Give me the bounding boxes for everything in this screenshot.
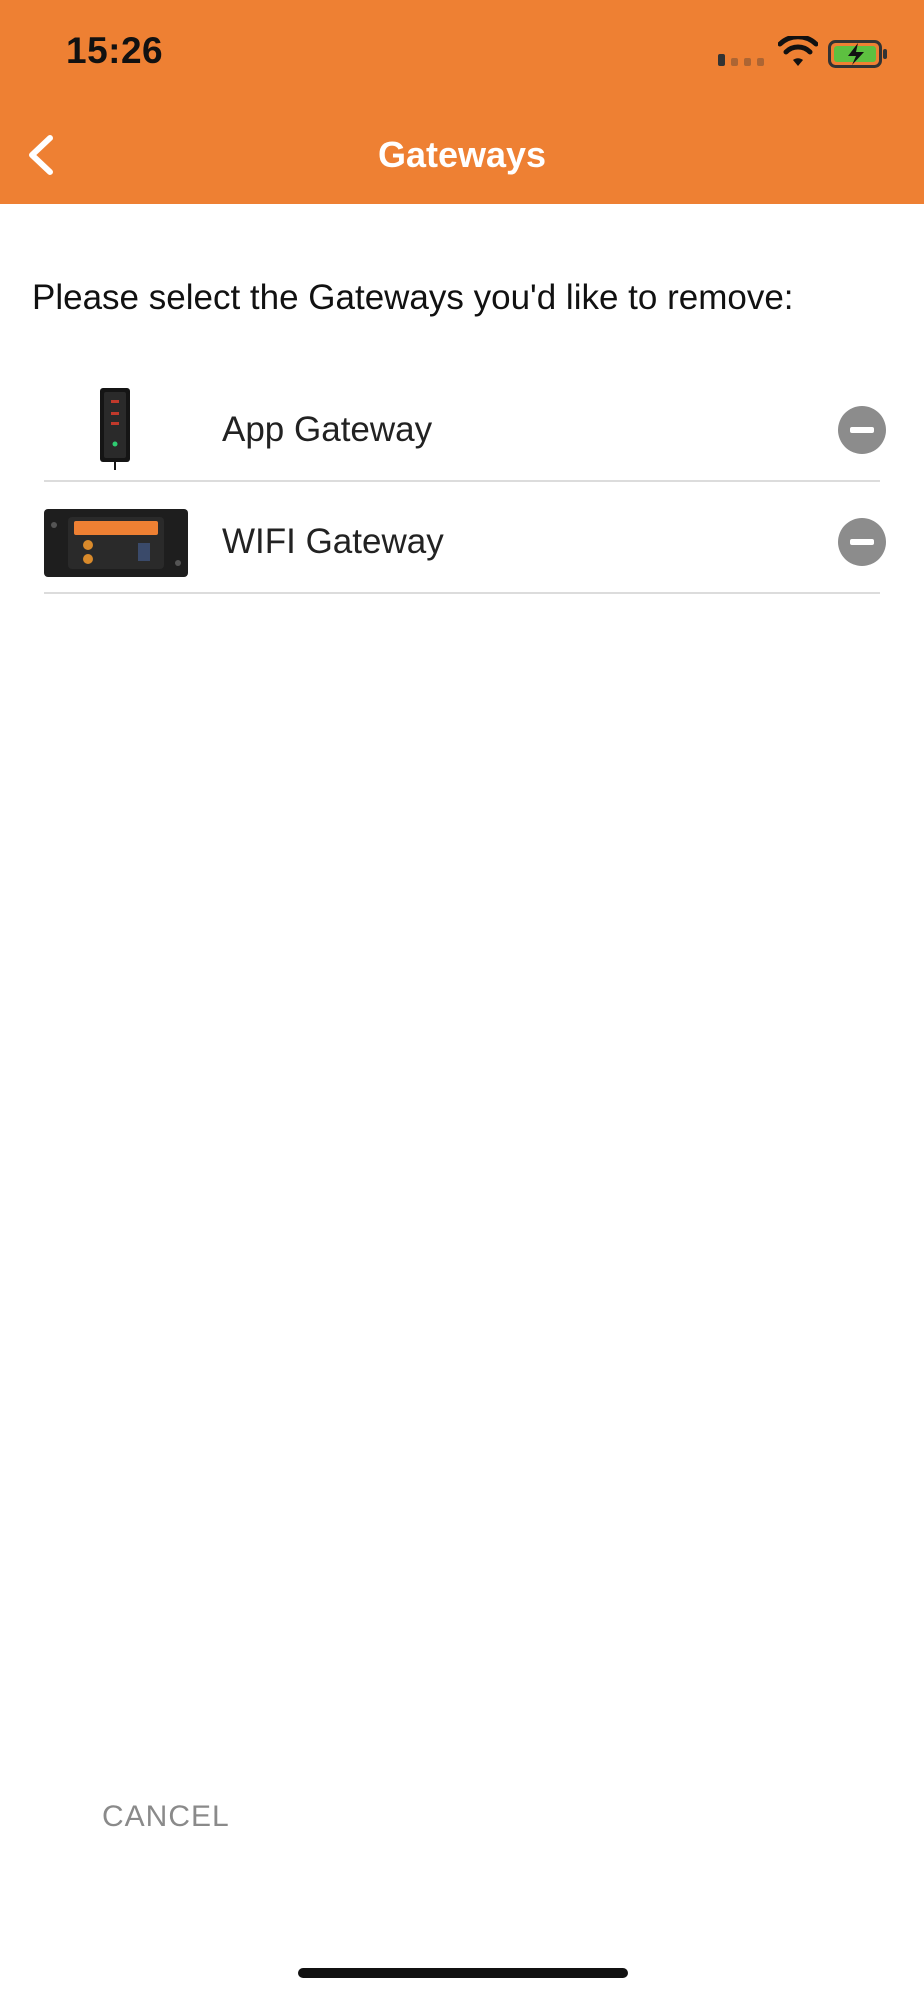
remove-app-gateway-button[interactable] bbox=[838, 406, 886, 454]
gateways-screen: 15:26 Gateways Please select the Gateway… bbox=[0, 0, 924, 2000]
home-indicator bbox=[298, 1968, 628, 1978]
cancel-button[interactable]: CANCEL bbox=[102, 1800, 230, 1834]
gateway-row-wifi[interactable]: WIFI Gateway bbox=[44, 482, 886, 594]
instruction-text: Please select the Gateways you'd like to… bbox=[32, 278, 794, 317]
gateway-list: App Gateway WIFI Gateway bbox=[44, 380, 886, 594]
wifi-gateway-device-image bbox=[44, 509, 188, 577]
page-title: Gateways bbox=[377, 134, 547, 175]
gateway-label: WIFI Gateway bbox=[222, 522, 444, 561]
remove-wifi-gateway-button[interactable] bbox=[838, 518, 886, 566]
wifi-icon bbox=[778, 36, 818, 66]
status-time: 15:26 bbox=[66, 30, 164, 71]
status-icons bbox=[718, 36, 888, 76]
gateway-label: App Gateway bbox=[222, 410, 433, 449]
app-header: 15:26 Gateways bbox=[0, 0, 924, 204]
gateway-row-app[interactable]: App Gateway bbox=[44, 380, 886, 482]
app-gateway-device-image bbox=[100, 388, 130, 470]
cellular-signal-icon bbox=[718, 54, 764, 66]
battery-charging-icon bbox=[828, 40, 887, 68]
